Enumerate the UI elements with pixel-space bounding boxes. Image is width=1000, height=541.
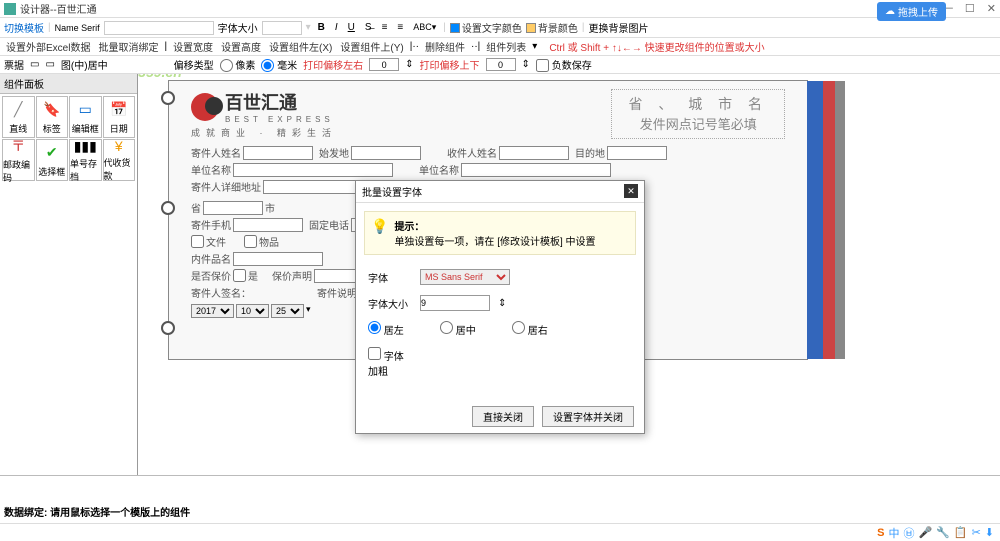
sender-name-field[interactable] bbox=[243, 146, 313, 160]
component-toolbar: 设置外部Excel数据 批量取消绑定 | 设置宽度 设置高度 设置组件左(X) … bbox=[0, 38, 1000, 56]
palette-postcode[interactable]: 〒邮政编码 bbox=[2, 139, 35, 181]
palette-barcode[interactable]: ▮▮▮单号存档 bbox=[69, 139, 102, 181]
align-right-radio[interactable]: 居右 bbox=[512, 321, 556, 337]
palette-checkbox[interactable]: ✔选择框 bbox=[36, 139, 69, 181]
switch-template[interactable]: 切换模板 bbox=[4, 20, 44, 35]
set-height[interactable]: 设置高度 bbox=[219, 39, 263, 54]
palette-line[interactable]: ╱直线 bbox=[2, 96, 35, 138]
origin-field[interactable] bbox=[351, 146, 421, 160]
size-input[interactable] bbox=[420, 295, 490, 311]
strike-button[interactable]: S̶ bbox=[362, 22, 375, 33]
close-direct-button[interactable]: 直接关闭 bbox=[472, 406, 534, 427]
neg-save-checkbox[interactable]: 负数保存 bbox=[536, 57, 592, 73]
dialog-hint: 💡 提示： 单独设置每一项，请在 [修改设计模板] 中设置 bbox=[364, 211, 636, 255]
palette-edit[interactable]: ▭编辑框 bbox=[69, 96, 102, 138]
offset-toolbar: 票据 ▭ ▭ 图(中)居中 偏移类型 像素 毫米 打印偏移左右 ⇕ 打印偏移上下… bbox=[0, 56, 1000, 74]
offset-lr-label: 打印偏移左右 bbox=[303, 57, 363, 72]
header-destination: 省 、 城 市 名 发件网点记号笔必填 bbox=[611, 89, 785, 139]
change-bg-image-button[interactable]: 更换背景图片 bbox=[589, 20, 649, 35]
palette-cod[interactable]: ¥代收货款 bbox=[103, 139, 136, 181]
dialog-close-button[interactable]: ✕ bbox=[624, 184, 638, 198]
batch-font-dialog: 批量设置字体 ✕ 💡 提示： 单独设置每一项，请在 [修改设计模板] 中设置 字… bbox=[355, 180, 645, 434]
offset-lr-input[interactable] bbox=[369, 58, 399, 71]
company-r-field[interactable] bbox=[461, 163, 611, 177]
dialog-title: 批量设置字体 bbox=[362, 184, 422, 199]
style-label: 票据 bbox=[4, 57, 24, 72]
tray-tool-icon[interactable]: 🔧 bbox=[936, 526, 950, 539]
bg-color-button[interactable]: 背景颜色 bbox=[526, 20, 578, 35]
bulb-icon: 💡 bbox=[371, 218, 388, 248]
set-top[interactable]: 设置组件上(Y) bbox=[338, 39, 405, 54]
tray-mic-icon[interactable]: 🎤 bbox=[918, 526, 932, 539]
btn1[interactable]: ▭ bbox=[30, 59, 39, 70]
company-field[interactable] bbox=[233, 163, 393, 177]
logo: 百世汇通 BEST EXPRESS bbox=[191, 89, 337, 124]
upload-button[interactable]: ☁ 拖拽上传 bbox=[877, 2, 946, 21]
close-button[interactable]: ✕ bbox=[987, 2, 996, 15]
system-tray: S 中 ㉥ 🎤 🔧 📋 ✂ ⬇ bbox=[0, 523, 1000, 541]
maximize-button[interactable]: ☐ bbox=[965, 2, 975, 15]
font-select[interactable]: MS Sans Serif bbox=[420, 269, 510, 285]
tray-ime-icon[interactable]: 中 bbox=[888, 525, 899, 541]
font-size-select[interactable] bbox=[262, 21, 302, 35]
tray-clip-icon[interactable]: 📋 bbox=[954, 526, 968, 539]
set-width[interactable]: 设置宽度 bbox=[171, 39, 215, 54]
set-left[interactable]: 设置组件左(X) bbox=[267, 39, 334, 54]
offset-tb-input[interactable] bbox=[486, 58, 516, 71]
radio-pixel[interactable]: 像素 bbox=[220, 57, 256, 73]
side-strip-blue bbox=[807, 81, 823, 359]
month-select[interactable]: 10 bbox=[236, 304, 269, 318]
component-palette: 组件面板 ╱直线 🔖标签 ▭编辑框 📅日期 〒邮政编码 ✔选择框 ▮▮▮单号存档… bbox=[0, 74, 138, 523]
year-select[interactable]: 2017 bbox=[191, 304, 234, 318]
receiver-name-field[interactable] bbox=[499, 146, 569, 160]
palette-title: 组件面板 bbox=[0, 74, 137, 94]
offset-tb-label: 打印偏移上下 bbox=[420, 57, 480, 72]
tray-icon-2[interactable]: ㉥ bbox=[903, 525, 914, 541]
palette-tag[interactable]: 🔖标签 bbox=[36, 96, 69, 138]
side-strip-gray bbox=[835, 81, 845, 359]
underline-button[interactable]: U bbox=[345, 22, 358, 33]
case-button[interactable]: ABC▾ bbox=[410, 22, 439, 33]
window-title: 设计器--百世汇通 bbox=[20, 1, 97, 16]
day-select[interactable]: 25 bbox=[271, 304, 304, 318]
bold-button[interactable]: B bbox=[315, 22, 328, 33]
batch-cancel-bind[interactable]: 批量取消绑定 bbox=[96, 39, 160, 54]
align-center-radio[interactable]: 居中 bbox=[440, 321, 484, 337]
doc-checkbox[interactable] bbox=[191, 235, 204, 248]
font-size-label: 字体大小 bbox=[218, 20, 258, 35]
side-strip-red bbox=[823, 81, 835, 359]
bold-checkbox[interactable]: 字体加粗 bbox=[368, 347, 412, 378]
status-bar: 数据绑定: 请用鼠标选择一个模版上的组件 bbox=[0, 475, 1000, 523]
align-button[interactable]: ≡ bbox=[379, 22, 391, 33]
palette-date[interactable]: 📅日期 bbox=[103, 96, 136, 138]
app-icon bbox=[4, 3, 16, 15]
text-color-button[interactable]: 设置文字颜色 bbox=[450, 20, 522, 35]
align-button-2[interactable]: ≡ bbox=[394, 22, 406, 33]
window-titlebar: 设计器--百世汇通 — ☐ ✕ bbox=[0, 0, 1000, 18]
keyboard-hint: Ctrl 或 Shift + ↑↓←→ 快速更改组件的位置或大小 bbox=[549, 39, 764, 54]
align-left-radio[interactable]: 居左 bbox=[368, 321, 412, 337]
tray-icon[interactable]: S bbox=[877, 527, 884, 539]
offset-type-label: 偏移类型 bbox=[174, 57, 214, 72]
italic-button[interactable]: I bbox=[332, 22, 341, 33]
tray-down-icon[interactable]: ⬇ bbox=[985, 526, 994, 539]
font-label: 字体 bbox=[368, 270, 412, 285]
item-checkbox[interactable] bbox=[244, 235, 257, 248]
radio-mm[interactable]: 毫米 bbox=[261, 57, 297, 73]
center-label: 图(中)居中 bbox=[61, 57, 108, 72]
set-external-excel[interactable]: 设置外部Excel数据 bbox=[4, 39, 92, 54]
delete-component[interactable]: 删除组件 bbox=[423, 39, 467, 54]
cloud-icon: ☁ bbox=[885, 6, 895, 17]
size-label: 字体大小 bbox=[368, 296, 412, 311]
logo-icon bbox=[191, 93, 219, 121]
font-family-select[interactable] bbox=[104, 21, 214, 35]
spinner-icon[interactable]: ⇕ bbox=[498, 298, 506, 309]
font-toolbar: 切换模板 | Name Serif 字体大小 ▾ B I U S̶ ≡ ≡ AB… bbox=[0, 18, 1000, 38]
dest-field[interactable] bbox=[607, 146, 667, 160]
component-list[interactable]: 组件列表 bbox=[484, 39, 528, 54]
apply-font-button[interactable]: 设置字体并关闭 bbox=[542, 406, 634, 427]
btn2[interactable]: ▭ bbox=[45, 59, 54, 70]
tray-scissors-icon[interactable]: ✂ bbox=[972, 526, 981, 539]
